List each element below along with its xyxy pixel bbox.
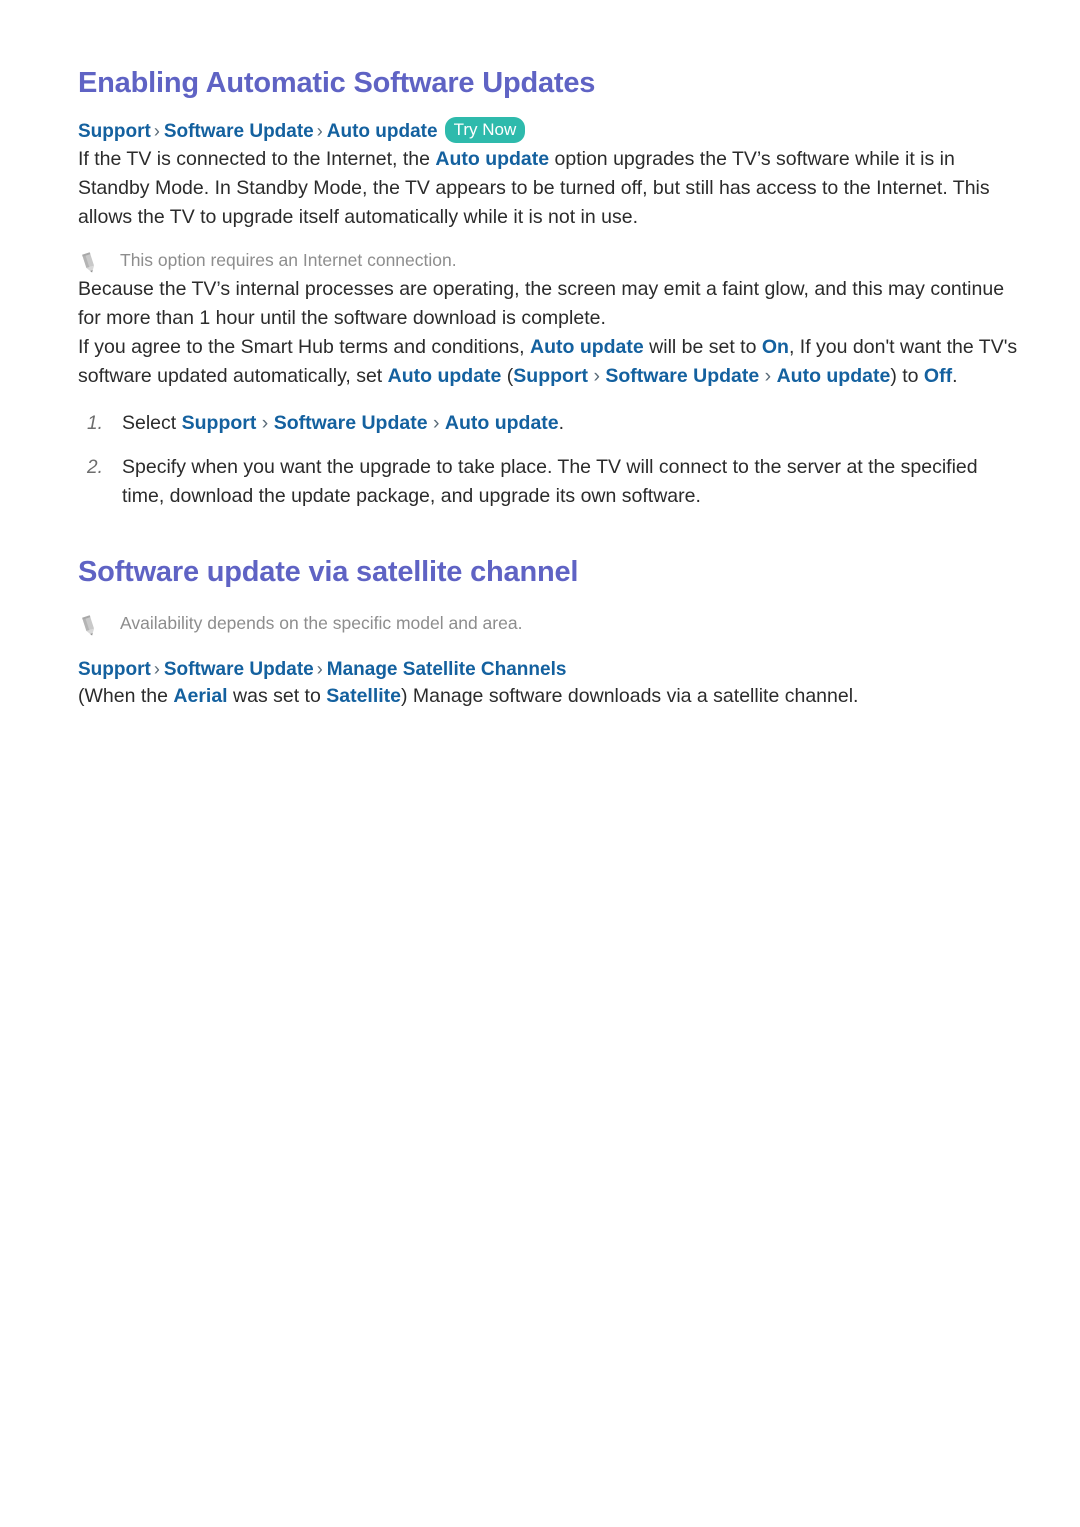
breadcrumb-item-support[interactable]: Support [78,121,151,142]
steps-list: 1. Select Support › Software Update › Au… [78,409,1020,511]
inline-link-aerial[interactable]: Aerial [173,685,227,707]
inline-link-auto-update[interactable]: Auto update [435,148,549,170]
paragraph-text: If the TV is connected to the Internet, … [78,148,436,170]
page-title: Enabling Automatic Software Updates [78,67,596,99]
paragraph-text: . [952,365,958,387]
inline-link-support[interactable]: Support [182,412,257,434]
breadcrumb-item-software-update[interactable]: Software Update [164,659,314,680]
section-software-updates: Enabling Automatic Software Updates [78,0,1020,100]
paragraph-text: will be set to [643,336,762,358]
note-internet-connection: This option requires an Internet connect… [78,248,1020,275]
list-item: 1. Select Support › Software Update › Au… [78,409,1020,438]
paragraph-text: (When the [78,685,174,707]
document-page: Enabling Automatic Software Updates Supp… [0,0,1080,1527]
breadcrumb-item-auto-update[interactable]: Auto update [327,121,438,142]
inline-link-auto-update[interactable]: Auto update [530,336,644,358]
inline-link-on[interactable]: On [762,336,789,358]
step-suffix: . [558,412,565,434]
paragraph-smart-hub-terms: If you agree to the Smart Hub terms and … [78,333,1020,391]
inline-link-software-update[interactable]: Software Update [605,365,759,387]
note-text: Availability depends on the specific mod… [120,613,523,633]
list-item: 2. Specify when you want the upgrade to … [78,453,1020,511]
pencil-icon [78,614,100,638]
paragraph-faint-glow: Because the TV’s internal processes are … [78,278,1005,329]
page-title-satellite: Software update via satellite channel [78,556,579,588]
breadcrumb: Support › Software Update › Auto update Try N… [78,117,1020,145]
note-availability: Availability depends on the specific mod… [78,611,1020,638]
inline-link-auto-update[interactable]: Auto update [777,365,891,387]
inline-link-auto-update[interactable]: Auto update [445,412,559,434]
inline-link-software-update[interactable]: Software Update [274,412,428,434]
paragraph-text: was set to [227,685,327,707]
step-number: 2. [87,457,103,478]
inline-link-off[interactable]: Off [924,365,952,387]
breadcrumb-separator: › [316,121,323,142]
paragraph-text: ) Manage software downloads via a satell… [401,685,859,707]
step-text: Specify when you want the upgrade to tak… [122,456,978,507]
step-number: 1. [87,413,103,434]
paragraph-standby-mode: If the TV is connected to the Internet, … [78,145,1020,232]
inline-link-satellite[interactable]: Satellite [326,685,401,707]
inline-link-support[interactable]: Support [513,365,588,387]
section-satellite-update: Software update via satellite channel [78,511,1020,589]
breadcrumb-item-support[interactable]: Support [78,659,151,680]
breadcrumb-separator: › [316,659,323,679]
paragraph-text: ( [501,365,514,387]
paragraph-text: If you agree to the Smart Hub terms and … [78,336,530,358]
paragraph-text: ) to [890,365,924,387]
inline-link-auto-update[interactable]: Auto update [388,365,502,387]
try-now-badge[interactable]: Try Now [444,117,526,143]
step-text: Select Support › Software Update › Auto … [122,409,1020,438]
paragraph-satellite-aerial: (When the Aerial was set to Satellite) M… [78,682,1020,711]
breadcrumb-item-manage-satellite-channels[interactable]: Manage Satellite Channels [327,659,567,680]
note-text: This option requires an Internet connect… [120,250,457,270]
step-prefix: Select [122,412,182,434]
breadcrumb-satellite: Support › Software Update › Manage Satellite… [78,657,1020,682]
breadcrumb-separator: › [153,121,160,142]
pencil-icon [78,251,100,275]
breadcrumb-separator: › [153,659,160,679]
breadcrumb-item-software-update[interactable]: Software Update [164,121,314,142]
